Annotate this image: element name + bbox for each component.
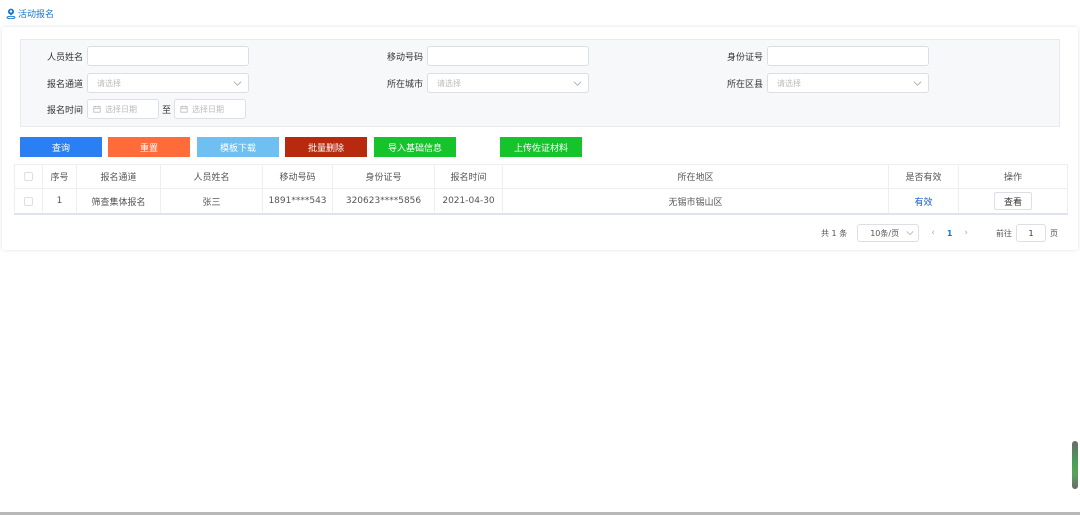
chevron-down-icon	[573, 81, 582, 86]
table-row: 1 筛查集体报名 张三 1891****543 320623****5856 2…	[15, 189, 1067, 213]
header-index: 序号	[43, 165, 77, 188]
row-valid-status: 有效	[889, 189, 959, 213]
name-input[interactable]	[88, 47, 248, 65]
upload-proof-button[interactable]: 上传佐证材料	[500, 137, 582, 157]
channel-select-input[interactable]	[88, 74, 248, 92]
reset-button[interactable]: 重置	[108, 137, 190, 157]
city-select-input[interactable]	[428, 74, 588, 92]
row-checkbox[interactable]	[24, 196, 33, 206]
filter-time: 报名时间 选择日期 至 选择日期	[21, 99, 247, 119]
query-button[interactable]: 查询	[20, 137, 102, 157]
header-region: 所在地区	[503, 165, 889, 188]
idcard-input[interactable]	[768, 47, 928, 65]
import-basic-info-button[interactable]: 导入基础信息	[374, 137, 456, 157]
start-date-placeholder: 选择日期	[105, 104, 137, 114]
page-size-select[interactable]: 10条/页	[857, 224, 920, 242]
current-page[interactable]: 1	[947, 229, 953, 238]
idcard-label: 身份证号	[726, 52, 763, 63]
calendar-icon	[180, 105, 188, 113]
chevron-down-icon	[913, 81, 922, 86]
page-suffix: 页	[1050, 228, 1058, 238]
pagination: 共 1 条 10条/页 ‹ 1 › 前往 1 页	[821, 223, 1058, 243]
table-header: 序号 报名通道 人员姓名 移动号码 身份证号 报名时间 所在地区 是否有效 操作	[15, 165, 1067, 189]
breadcrumb[interactable]: 活动报名	[6, 6, 54, 20]
end-date-placeholder: 选择日期	[192, 104, 225, 114]
channel-label: 报名通道	[46, 79, 83, 90]
district-label: 所在区县	[726, 79, 763, 90]
template-download-button[interactable]: 模板下载	[197, 137, 279, 157]
header-name: 人员姓名	[161, 165, 263, 188]
batch-delete-button[interactable]: 批量删除	[285, 137, 367, 157]
city-select[interactable]	[427, 73, 589, 93]
row-mobile: 1891****543	[263, 189, 333, 213]
channel-select[interactable]	[87, 73, 249, 93]
content-card: 人员姓名 移动号码 身份证号 报名通道 请选择 所在城市 请选择 所在区县 请选…	[2, 27, 1078, 250]
next-page-button[interactable]: ›	[964, 228, 968, 238]
start-date-picker[interactable]: 选择日期	[87, 99, 159, 119]
mobile-label: 移动号码	[386, 52, 423, 63]
row-channel: 筛查集体报名	[77, 189, 161, 213]
filter-idcard: 身份证号	[701, 46, 929, 66]
mobile-input[interactable]	[428, 47, 588, 65]
name-label: 人员姓名	[46, 52, 83, 63]
time-label: 报名时间	[46, 105, 83, 116]
header-action: 操作	[1003, 173, 1022, 183]
idcard-input-wrap	[767, 46, 929, 66]
header-mobile: 移动号码	[263, 165, 333, 188]
mobile-input-wrap	[427, 46, 589, 66]
row-date: 2021-04-30	[435, 189, 503, 213]
filter-channel: 报名通道	[21, 73, 249, 93]
filter-name: 人员姓名	[21, 46, 249, 66]
row-region: 无锡市锡山区	[503, 189, 889, 213]
calendar-icon	[93, 105, 101, 113]
filter-mobile: 移动号码	[361, 46, 589, 66]
row-action-cell: 查看	[959, 189, 1067, 213]
location-person-icon	[6, 8, 16, 19]
row-name: 张三	[161, 189, 263, 213]
page-size-value: 10条/页	[870, 228, 900, 238]
name-input-wrap	[87, 46, 249, 66]
chevron-down-icon	[233, 81, 242, 86]
breadcrumb-label: 活动报名	[18, 9, 55, 20]
district-select[interactable]	[767, 73, 929, 93]
goto-page-input[interactable]: 1	[1016, 224, 1046, 242]
header-valid: 是否有效	[889, 165, 959, 188]
header-idcard: 身份证号	[333, 165, 435, 188]
total-count: 共 1 条	[821, 228, 848, 238]
to-label: 至	[162, 105, 172, 116]
prev-page-button[interactable]: ‹	[931, 228, 935, 238]
end-date-picker[interactable]: 选择日期	[174, 99, 247, 119]
row-idcard: 320623****5856	[333, 189, 435, 213]
filter-district: 所在区县	[701, 73, 929, 93]
page: 活动报名 人员姓名 移动号码 身份证号 报名通道 请选择 所在城市 请选择 所在…	[0, 0, 1080, 515]
header-checkbox-cell	[15, 165, 43, 188]
select-all-checkbox[interactable]	[24, 172, 33, 181]
header-channel: 报名通道	[77, 165, 161, 188]
filter-city: 所在城市	[361, 73, 589, 93]
goto-label: 前往	[996, 228, 1012, 238]
chevron-down-icon	[906, 231, 914, 236]
registration-table: 序号 报名通道 人员姓名 移动号码 身份证号 报名时间 所在地区 是否有效 操作…	[14, 164, 1068, 215]
scrollbar-thumb[interactable]	[1072, 441, 1078, 489]
filter-panel: 人员姓名 移动号码 身份证号 报名通道 请选择 所在城市 请选择 所在区县 请选…	[20, 39, 1060, 127]
row-checkbox-cell	[15, 189, 43, 213]
city-label: 所在城市	[386, 79, 423, 90]
district-select-input[interactable]	[768, 74, 928, 92]
row-index: 1	[43, 189, 77, 213]
view-button[interactable]: 查看	[994, 192, 1032, 210]
header-date: 报名时间	[435, 165, 503, 188]
